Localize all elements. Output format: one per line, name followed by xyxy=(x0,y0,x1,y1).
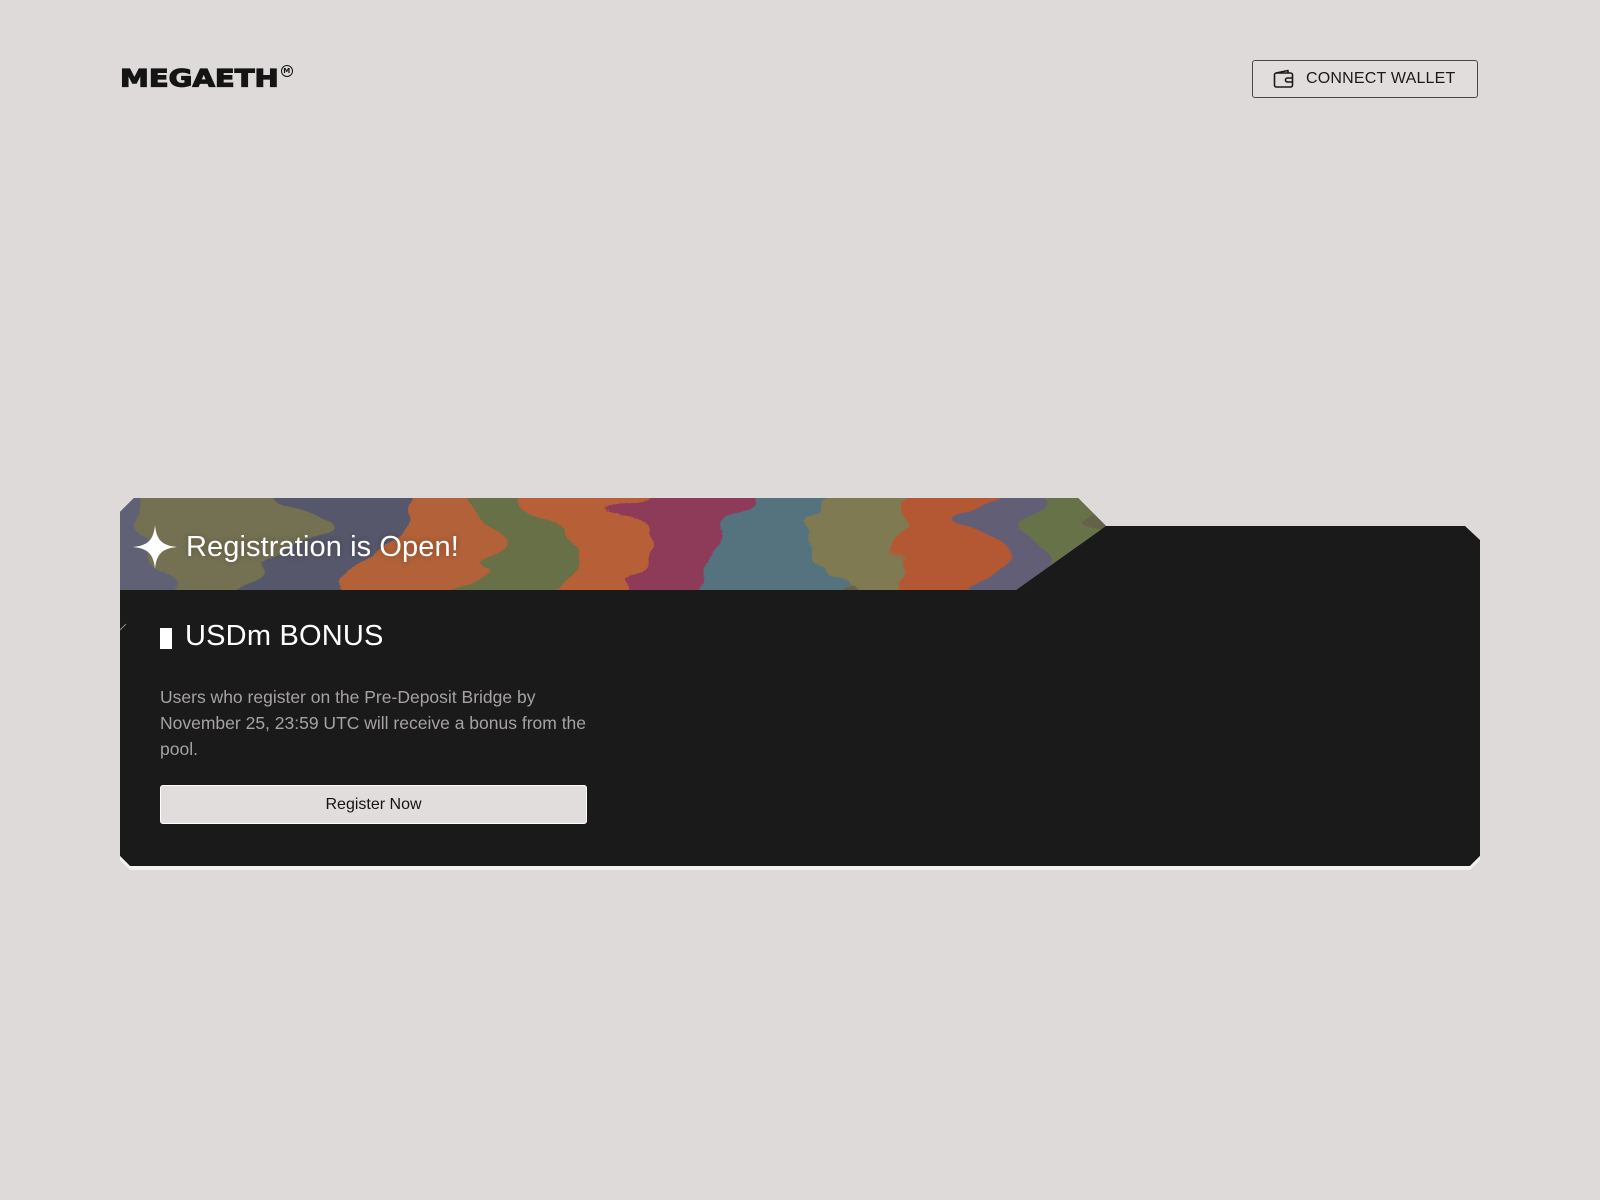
megaeth-logo[interactable]: MEGAETH M xyxy=(119,64,293,96)
bonus-description: Users who register on the Pre-Deposit Br… xyxy=(160,687,587,759)
registration-card: Registration is Open! USDm BONUS Users w… xyxy=(120,498,1480,872)
sparkle-icon xyxy=(132,524,178,575)
connect-wallet-label: CONNECT WALLET xyxy=(1306,70,1456,87)
connect-wallet-button[interactable]: CONNECT WALLET xyxy=(1252,60,1478,98)
section-title: USDm BONUS xyxy=(185,620,384,652)
register-now-button[interactable]: Register Now xyxy=(160,785,587,824)
banner-title: Registration is Open! xyxy=(186,531,459,563)
register-now-label: Register Now xyxy=(325,795,422,813)
section-marker xyxy=(160,628,172,649)
wallet-icon xyxy=(1273,69,1295,89)
registered-mark-icon: M xyxy=(280,65,293,77)
logo-wordmark: MEGAETH xyxy=(119,64,279,93)
